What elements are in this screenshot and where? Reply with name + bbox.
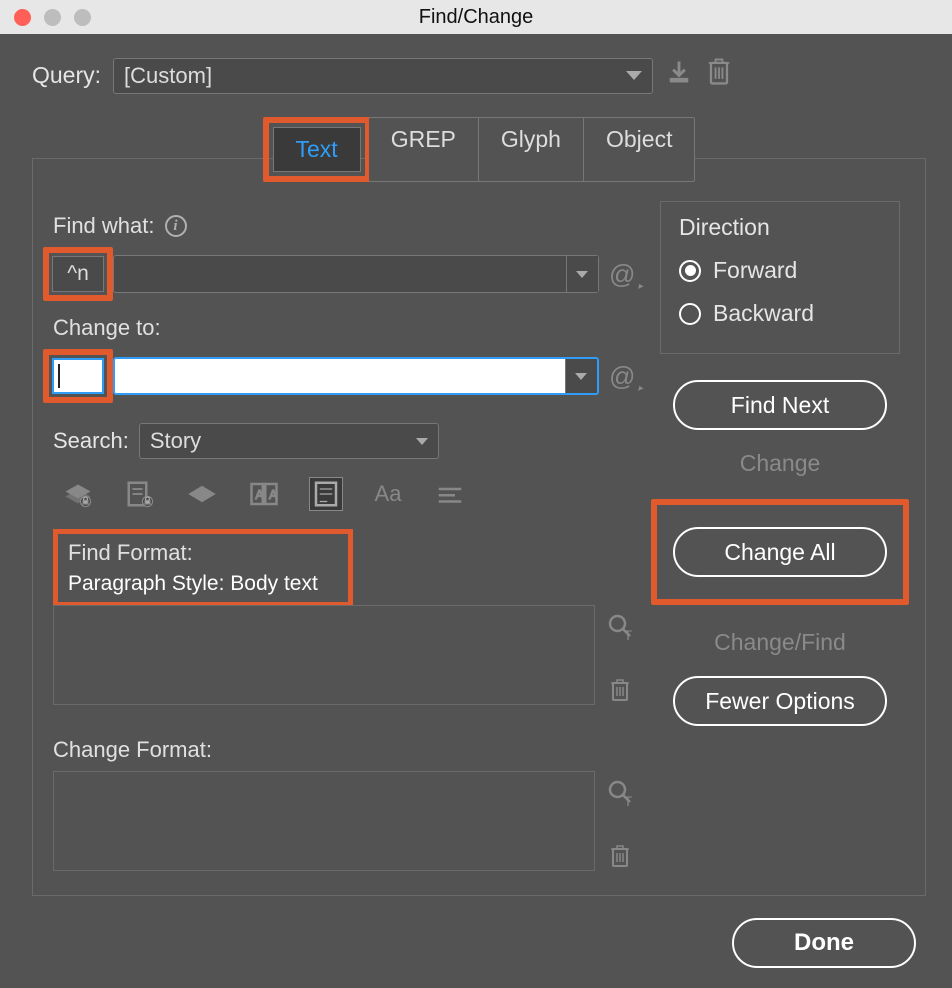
find-what-preview: ^n: [52, 256, 104, 292]
find-format-area[interactable]: [53, 605, 595, 705]
info-icon[interactable]: i: [165, 215, 187, 237]
titlebar: Find/Change: [0, 0, 952, 34]
change-to-label: Change to:: [53, 315, 635, 341]
tabs-rest: GREP Glyph Object: [369, 117, 696, 182]
direction-forward-radio[interactable]: Forward: [679, 257, 881, 284]
zoom-window-button: [74, 9, 91, 26]
change-find-button[interactable]: Change/Find: [714, 629, 846, 656]
query-value: [Custom]: [124, 63, 212, 89]
window-title: Find/Change: [419, 6, 534, 29]
done-button[interactable]: Done: [732, 918, 916, 968]
search-scope-row: Search: Story: [53, 423, 635, 459]
chevron-down-icon: [575, 373, 587, 380]
save-query-button[interactable]: [665, 58, 693, 93]
change-to-input[interactable]: [115, 359, 565, 393]
svg-text:T: T: [624, 794, 633, 807]
tab-object[interactable]: Object: [584, 118, 694, 181]
include-master-pages-toggle[interactable]: AA: [247, 477, 281, 511]
close-window-button[interactable]: [14, 9, 31, 26]
specify-find-format-button[interactable]: T: [605, 611, 635, 646]
highlight-find-value: ^n: [43, 247, 113, 301]
whole-word-toggle[interactable]: [433, 477, 467, 511]
highlight-text-tab: Text: [263, 117, 371, 182]
tab-glyph[interactable]: Glyph: [479, 118, 584, 181]
clear-change-format-button[interactable]: [608, 842, 632, 875]
tabs-row: Text GREP Glyph Object: [32, 117, 926, 182]
specify-change-format-button[interactable]: T: [605, 777, 635, 812]
change-format-label: Change Format:: [53, 737, 635, 763]
special-chars-change-button[interactable]: @▸: [609, 361, 635, 392]
clear-find-format-button[interactable]: [608, 676, 632, 709]
main-panel: Find what: i ^n @▸ Change to:: [32, 158, 926, 896]
highlight-change-value: [43, 349, 113, 403]
change-all-button[interactable]: Change All: [673, 527, 887, 577]
search-option-toolbar: AA Aa: [53, 477, 635, 511]
change-button[interactable]: Change: [740, 450, 821, 477]
direction-group: Direction Forward Backward: [660, 201, 900, 354]
search-label: Search:: [53, 428, 129, 454]
case-sensitive-toggle[interactable]: Aa: [371, 477, 405, 511]
change-format-area[interactable]: [53, 771, 595, 871]
query-dropdown[interactable]: [Custom]: [113, 58, 653, 94]
find-what-field[interactable]: [113, 255, 599, 293]
find-next-button[interactable]: Find Next: [673, 380, 887, 430]
svg-text:T: T: [624, 628, 633, 641]
search-scope-dropdown[interactable]: Story: [139, 423, 439, 459]
include-hidden-layers-toggle[interactable]: [185, 477, 219, 511]
find-what-history-button[interactable]: [566, 256, 598, 292]
find-format-label: Find Format:: [68, 540, 338, 566]
special-chars-find-button[interactable]: @▸: [609, 259, 635, 290]
fewer-options-button[interactable]: Fewer Options: [673, 676, 887, 726]
include-locked-layers-toggle[interactable]: [61, 477, 95, 511]
tab-grep[interactable]: GREP: [369, 118, 479, 181]
find-format-value: Paragraph Style: Body text: [68, 572, 338, 596]
find-format-block: Find Format: Paragraph Style: Body text: [53, 529, 353, 607]
tabs: Text: [273, 127, 361, 172]
chevron-down-icon: [576, 271, 588, 278]
tab-text[interactable]: Text: [273, 127, 361, 172]
svg-text:A: A: [255, 488, 264, 502]
direction-backward-radio[interactable]: Backward: [679, 300, 881, 327]
radio-icon: [679, 303, 701, 325]
delete-query-button[interactable]: [705, 56, 733, 95]
chevron-down-icon: [416, 438, 428, 445]
change-to-field[interactable]: [113, 357, 599, 395]
radio-icon: [679, 260, 701, 282]
chevron-down-icon: [626, 71, 642, 80]
direction-title: Direction: [679, 214, 881, 241]
minimize-window-button: [44, 9, 61, 26]
change-to-history-button[interactable]: [565, 359, 597, 393]
highlight-change-all: Change All: [651, 499, 909, 605]
change-to-preview: [52, 358, 104, 394]
include-footnotes-toggle[interactable]: [309, 477, 343, 511]
include-locked-stories-toggle[interactable]: [123, 477, 157, 511]
find-what-label: Find what: i: [53, 213, 635, 239]
search-scope-value: Story: [150, 428, 201, 454]
svg-text:A: A: [269, 488, 278, 502]
query-label: Query:: [32, 62, 101, 89]
query-row: Query: [Custom]: [32, 56, 926, 95]
